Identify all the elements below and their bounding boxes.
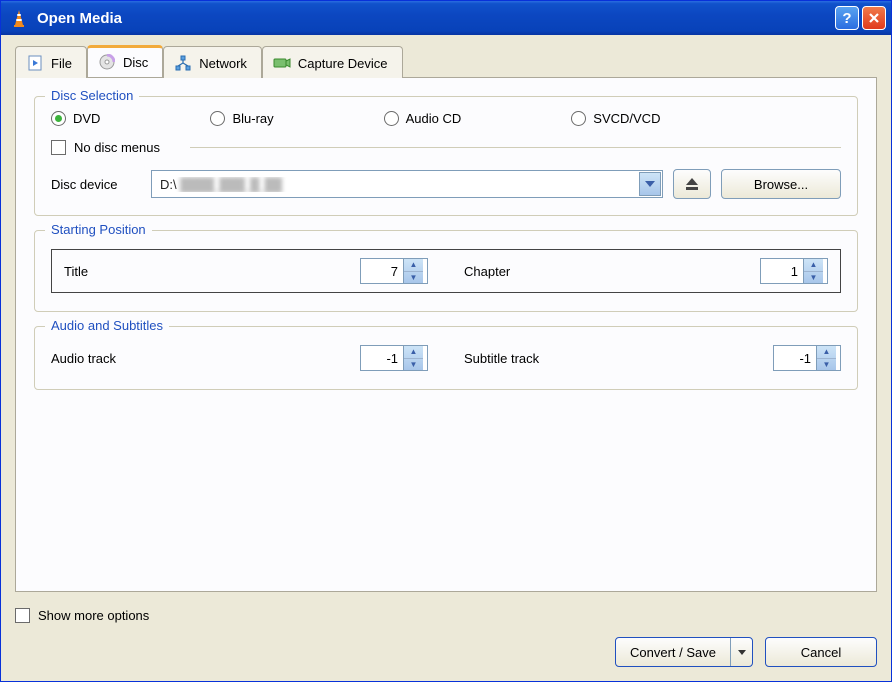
checkbox-icon (15, 608, 30, 623)
audio-track-label: Audio track (51, 351, 360, 366)
tab-network-label: Network (199, 56, 247, 71)
show-more-options-label: Show more options (38, 608, 149, 623)
title-spinner[interactable]: ▲ ▼ (360, 258, 428, 284)
tab-network[interactable]: Network (163, 46, 262, 78)
dialog-footer: Show more options Convert / Save Cancel (1, 602, 891, 681)
disc-type-radios: DVD Blu-ray Audio CD SVCD/VCD (51, 111, 841, 126)
tab-disc[interactable]: Disc (87, 45, 163, 77)
convert-save-label: Convert / Save (630, 645, 716, 660)
chapter-label: Chapter (464, 264, 760, 279)
tab-file-label: File (51, 56, 72, 71)
audio-spin-up[interactable]: ▲ (404, 346, 423, 358)
title-label: Title (64, 264, 360, 279)
help-button[interactable]: ? (835, 6, 859, 30)
tab-disc-label: Disc (123, 55, 148, 70)
tab-file[interactable]: File (15, 46, 87, 78)
eject-button[interactable] (673, 169, 711, 199)
tab-bar: File Disc Network Capture Device (15, 45, 877, 77)
radio-svcd-label: SVCD/VCD (593, 111, 660, 126)
radio-bluray[interactable]: Blu-ray (210, 111, 273, 126)
show-more-options-checkbox[interactable]: Show more options (15, 608, 877, 623)
radio-svcd-vcd[interactable]: SVCD/VCD (571, 111, 660, 126)
chapter-spin-down[interactable]: ▼ (804, 271, 823, 284)
radio-dvd-label: DVD (73, 111, 100, 126)
starting-position-group: Starting Position Title ▲ ▼ (34, 230, 858, 312)
starting-position-legend: Starting Position (45, 222, 152, 237)
disc-panel: Disc Selection DVD Blu-ray Audio CD (15, 77, 877, 592)
cancel-button-label: Cancel (801, 645, 841, 660)
title-spin-up[interactable]: ▲ (404, 259, 423, 271)
checkbox-icon (51, 140, 66, 155)
convert-save-button[interactable]: Convert / Save (615, 637, 753, 667)
convert-save-dropdown[interactable] (730, 638, 752, 666)
vlc-cone-icon (9, 8, 29, 28)
file-icon (26, 54, 44, 72)
network-icon (174, 54, 192, 72)
browse-button-label: Browse... (754, 177, 808, 192)
audio-track-spinner[interactable]: ▲ ▼ (360, 345, 428, 371)
disc-device-text: D:\ ████_███_█_██ (152, 177, 638, 192)
disc-device-combo[interactable]: D:\ ████_███_█_██ (151, 170, 663, 198)
no-disc-menus-label: No disc menus (74, 140, 160, 155)
chapter-spinner[interactable]: ▲ ▼ (760, 258, 828, 284)
radio-audiocd[interactable]: Audio CD (384, 111, 462, 126)
radio-dot-icon (571, 111, 586, 126)
disc-device-label: Disc device (51, 177, 141, 192)
titlebar: Open Media ? (1, 1, 891, 35)
combo-dropdown-arrow[interactable] (639, 172, 661, 196)
radio-dot-icon (51, 111, 66, 126)
audio-subtitles-legend: Audio and Subtitles (45, 318, 169, 333)
radio-audiocd-label: Audio CD (406, 111, 462, 126)
cancel-button[interactable]: Cancel (765, 637, 877, 667)
audio-track-input[interactable] (361, 346, 403, 370)
radio-bluray-label: Blu-ray (232, 111, 273, 126)
browse-button[interactable]: Browse... (721, 169, 841, 199)
no-disc-menus-checkbox[interactable]: No disc menus (51, 140, 160, 155)
subtitle-track-label: Subtitle track (464, 351, 773, 366)
disc-icon (98, 53, 116, 71)
eject-icon (684, 177, 700, 191)
disc-selection-legend: Disc Selection (45, 88, 139, 103)
capture-icon (273, 54, 291, 72)
close-button[interactable] (862, 6, 886, 30)
radio-dvd[interactable]: DVD (51, 111, 100, 126)
chevron-down-icon (738, 650, 746, 655)
title-input[interactable] (361, 259, 403, 283)
tab-capture-label: Capture Device (298, 56, 388, 71)
dialog-content: File Disc Network Capture Device (1, 35, 891, 602)
chapter-spin-up[interactable]: ▲ (804, 259, 823, 271)
audio-subtitles-group: Audio and Subtitles Audio track ▲ ▼ (34, 326, 858, 390)
divider (190, 147, 841, 148)
title-spin-down[interactable]: ▼ (404, 271, 423, 284)
subtitle-track-spinner[interactable]: ▲ ▼ (773, 345, 841, 371)
radio-dot-icon (210, 111, 225, 126)
subtitle-spin-up[interactable]: ▲ (817, 346, 836, 358)
tab-capture-device[interactable]: Capture Device (262, 46, 403, 78)
chapter-input[interactable] (761, 259, 803, 283)
radio-dot-icon (384, 111, 399, 126)
audio-spin-down[interactable]: ▼ (404, 358, 423, 371)
open-media-dialog: Open Media ? File Disc (0, 0, 892, 682)
disc-selection-group: Disc Selection DVD Blu-ray Audio CD (34, 96, 858, 216)
subtitle-track-input[interactable] (774, 346, 816, 370)
subtitle-spin-down[interactable]: ▼ (817, 358, 836, 371)
window-title: Open Media (37, 10, 832, 27)
